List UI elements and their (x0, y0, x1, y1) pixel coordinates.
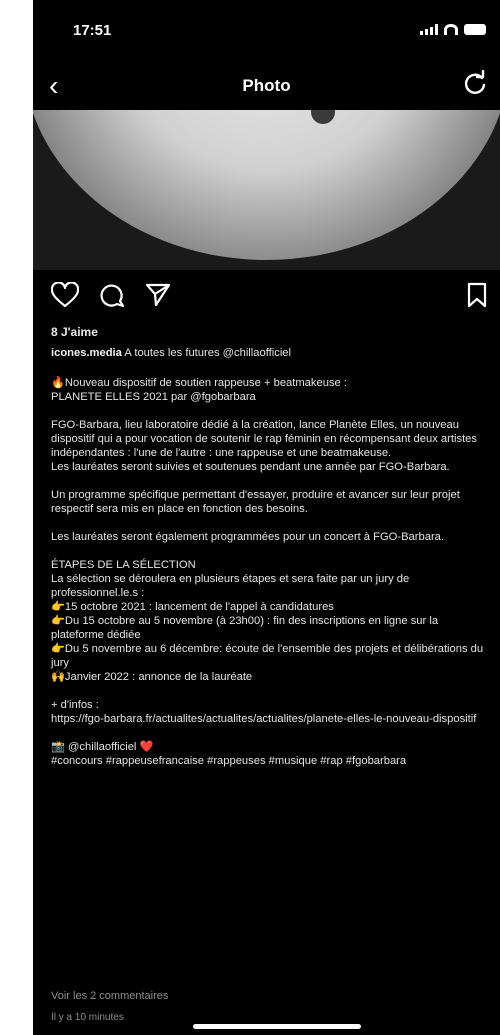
page-title: Photo (242, 76, 291, 95)
status-bar: 17:51 (73, 22, 486, 42)
heart-icon[interactable] (51, 282, 79, 308)
wifi-icon (444, 24, 458, 35)
nav-bar: ‹ Photo (33, 70, 500, 106)
status-time: 17:51 (73, 22, 112, 39)
caption-paragraph-5: ÉTAPES DE LA SÉLECTION La sélection se d… (51, 559, 484, 683)
comment-icon[interactable] (99, 282, 125, 308)
likes-count[interactable]: 8 J'aime (51, 325, 98, 339)
caption-intro: A toutes les futures @chillaofficiel (124, 347, 292, 359)
refresh-icon[interactable] (462, 70, 488, 96)
post-username[interactable]: icones.media (51, 347, 122, 359)
photo-content (33, 110, 500, 260)
caption-paragraph-7: 📸 @chillaofficiel ❤️ #concours #rappeuse… (51, 741, 407, 767)
caption-paragraph-6: + d'infos : https://fgo-barbara.fr/actua… (51, 699, 477, 725)
bookmark-icon[interactable] (466, 282, 488, 308)
view-comments-link[interactable]: Voir les 2 commentaires (51, 990, 168, 1002)
post-actions (51, 282, 488, 312)
battery-icon (464, 24, 486, 35)
caption-paragraph-1: 🔥Nouveau dispositif de soutien rappeuse … (51, 377, 347, 403)
caption-paragraph-2: FGO-Barbara, lieu laboratoire dédié à la… (51, 419, 477, 473)
share-icon[interactable] (145, 282, 171, 308)
post-timestamp: Il y a 10 minutes (51, 1012, 124, 1023)
phone-screen: 17:51 ‹ Photo 8 J'aime icones.media A to… (33, 0, 500, 1035)
caption-paragraph-4: Les lauréates seront également programmé… (51, 531, 445, 543)
home-indicator[interactable] (193, 1024, 361, 1029)
signal-icon (420, 24, 438, 35)
post-caption: icones.media A toutes les futures @chill… (51, 346, 494, 782)
post-photo[interactable] (33, 110, 500, 270)
caption-paragraph-3: Un programme spécifique permettant d'ess… (51, 489, 460, 515)
